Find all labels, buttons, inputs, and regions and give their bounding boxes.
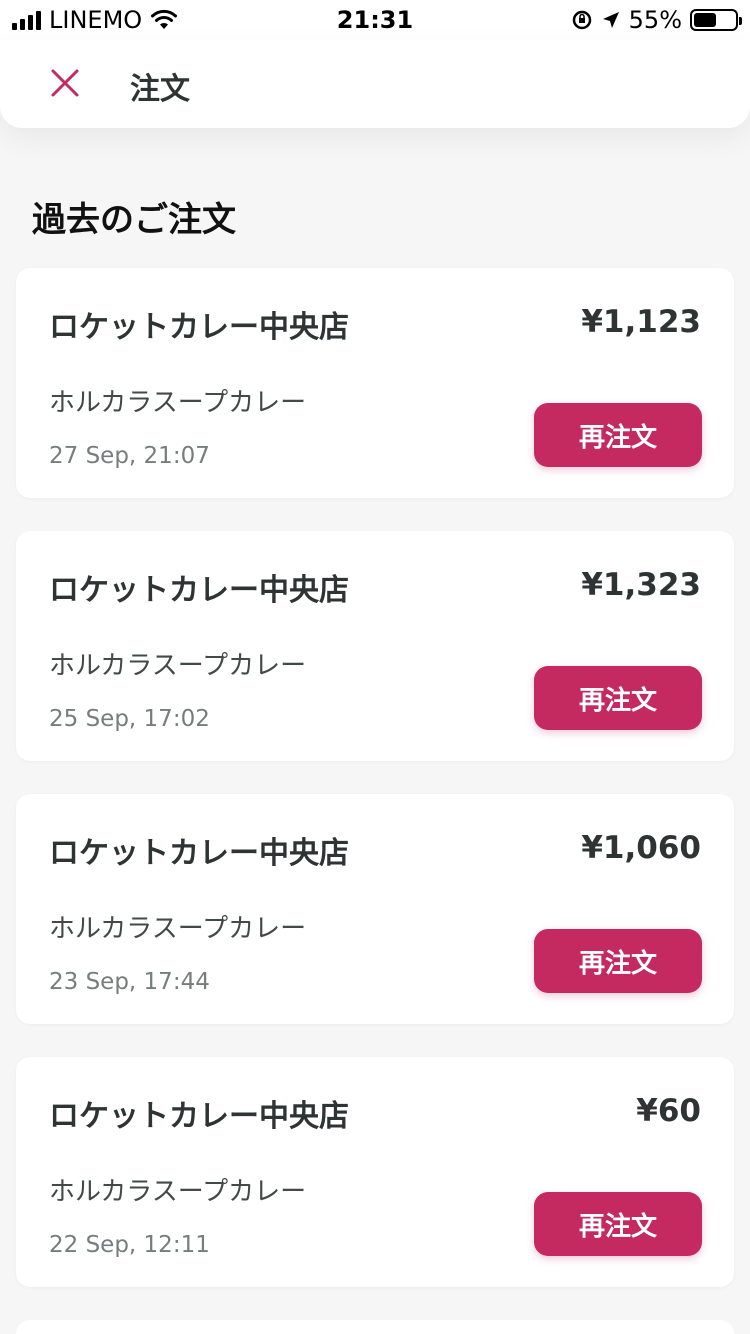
order-item: ホルカラスープカレー [49,1177,307,1207]
cellular-signal-icon [12,10,41,30]
order-date: 27 Sep, 21:07 [49,443,210,469]
restaurant-name: ロケットカレー中央店 [49,836,349,871]
battery-icon [690,9,742,31]
order-item: ホルカラスープカレー [49,651,307,681]
restaurant-name: ロケットカレー中央店 [49,573,349,608]
order-price: ¥1,123 [581,304,701,340]
location-arrow-icon [602,12,619,28]
status-bar: LINEMO 21:31 55% [0,0,750,40]
carrier-label: LINEMO [49,6,143,34]
wifi-icon [151,9,178,29]
battery-percent: 55% [628,6,682,34]
page-title: 注文 [130,72,190,107]
status-left: LINEMO [12,6,178,34]
reorder-button[interactable]: 再注文 [534,929,702,993]
order-card[interactable]: ロケットカレー中央店 ¥1,060 ホルカラスープカレー 23 Sep, 17:… [16,794,734,1024]
status-right: 55% [571,6,742,34]
orientation-lock-icon [572,10,591,30]
battery-level [694,13,716,27]
order-item: ホルカラスープカレー [49,388,307,418]
section-title: 過去のご注文 [32,200,236,240]
order-card[interactable]: ロケットカレー中央店 ¥60 ホルカラスープカレー 22 Sep, 12:11 … [16,1057,734,1287]
restaurant-name: ロケットカレー中央店 [49,1099,349,1134]
reorder-button[interactable]: 再注文 [534,1192,702,1256]
order-item: ホルカラスープカレー [49,914,307,944]
order-card[interactable]: ロケットカレー中央店 ¥1,123 ホルカラスープカレー 27 Sep, 21:… [16,268,734,498]
close-icon [51,69,79,97]
reorder-button[interactable]: 再注文 [534,403,702,467]
app-header: 注文 [0,40,750,128]
order-price: ¥1,323 [581,567,701,603]
order-date: 25 Sep, 17:02 [49,706,210,732]
order-date: 22 Sep, 12:11 [49,1232,210,1258]
reorder-button[interactable]: 再注文 [534,666,702,730]
order-price: ¥60 [636,1093,701,1129]
order-card-partial[interactable] [16,1320,734,1334]
order-price: ¥1,060 [581,830,701,866]
order-card[interactable]: ロケットカレー中央店 ¥1,323 ホルカラスープカレー 25 Sep, 17:… [16,531,734,761]
order-date: 23 Sep, 17:44 [49,969,210,995]
orders-list: ロケットカレー中央店 ¥1,123 ホルカラスープカレー 27 Sep, 21:… [16,268,734,1320]
close-button[interactable] [44,62,86,104]
restaurant-name: ロケットカレー中央店 [49,310,349,345]
